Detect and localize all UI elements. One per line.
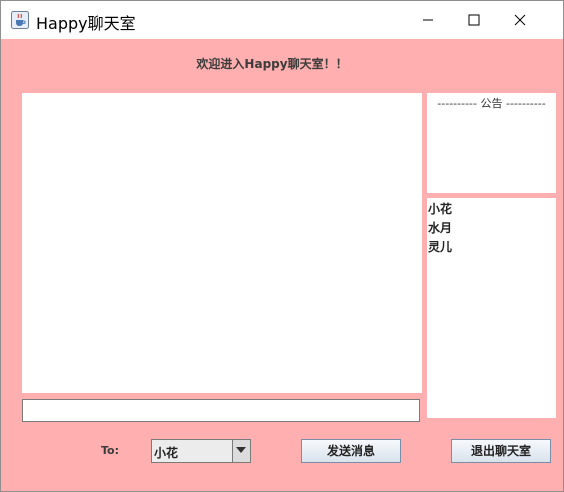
notice-title: ---------- 公告 ---------- [437,97,546,110]
chat-history-area[interactable] [22,93,422,393]
window-title: Happy聊天室 [36,14,136,33]
user-list-item[interactable]: 小花 [428,200,556,219]
message-input[interactable] [22,399,420,422]
user-list-item[interactable]: 水月 [428,219,556,238]
notice-panel[interactable]: ---------- 公告 ---------- [427,93,556,193]
maximize-icon [468,14,480,26]
title-bar[interactable]: Happy聊天室 [1,1,563,39]
recipient-selected-value: 小花 [154,446,179,460]
minimize-button[interactable] [405,1,451,39]
user-list-item[interactable]: 灵儿 [428,238,556,257]
chat-window: Happy聊天室 欢迎进入Happy聊天室！！ ---------- 公告 --… [0,0,564,492]
welcome-label: 欢迎进入Happy聊天室！！ [196,57,348,71]
minimize-icon [423,19,433,21]
exit-chat-button[interactable]: 退出聊天室 [451,439,551,463]
java-cup-icon [11,11,29,29]
chevron-down-icon [236,447,246,453]
maximize-button[interactable] [451,1,497,39]
close-button[interactable] [497,1,543,39]
to-label: To: [101,444,119,457]
send-message-button[interactable]: 发送消息 [301,439,401,463]
dropdown-arrow-button[interactable] [232,440,250,462]
close-icon [514,14,526,26]
online-user-list[interactable]: 小花 水月 灵儿 [427,198,556,418]
recipient-dropdown[interactable]: 小花 [151,439,251,463]
